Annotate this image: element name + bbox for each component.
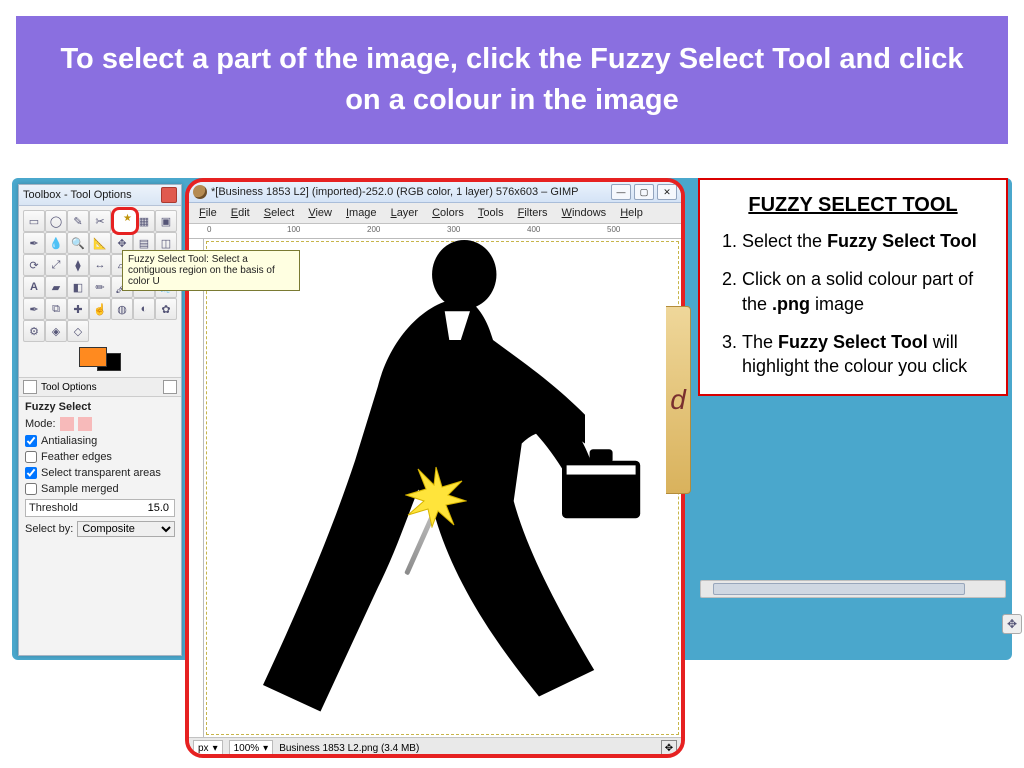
- mode-add-icon[interactable]: [78, 417, 92, 431]
- status-zoom[interactable]: 100%▾: [229, 740, 274, 756]
- feather-label: Feather edges: [41, 451, 112, 463]
- nav-pan-icon[interactable]: ✥: [661, 740, 677, 756]
- rotate-icon[interactable]: ⟳: [23, 254, 45, 276]
- shear-icon[interactable]: ⧫: [67, 254, 89, 276]
- menu-layer[interactable]: Layer: [385, 205, 425, 221]
- ellipse-select-icon[interactable]: ◯: [45, 210, 67, 232]
- crop-icon[interactable]: ▣: [155, 210, 177, 232]
- heal-icon[interactable]: ✚: [67, 298, 89, 320]
- window-title-text: *[Business 1853 L2] (imported)-252.0 (RG…: [211, 186, 578, 198]
- menu-edit[interactable]: Edit: [225, 205, 256, 221]
- selectby-dropdown[interactable]: Composite: [77, 521, 175, 537]
- minimize-icon[interactable]: —: [611, 184, 631, 200]
- menubar: File Edit Select View Image Layer Colors…: [189, 203, 681, 224]
- mode-label: Mode:: [25, 418, 56, 430]
- dodge-icon[interactable]: ◐: [133, 298, 155, 320]
- paths-icon[interactable]: ✒: [23, 232, 45, 254]
- menu-tools[interactable]: Tools: [472, 205, 510, 221]
- instruction-step: Select the Fuzzy Select Tool: [742, 229, 990, 253]
- menu-view[interactable]: View: [302, 205, 338, 221]
- window-titlebar[interactable]: *[Business 1853 L2] (imported)-252.0 (RG…: [189, 182, 681, 203]
- threshold-input[interactable]: [127, 501, 171, 515]
- smudge-icon[interactable]: ☝: [89, 298, 111, 320]
- menu-file[interactable]: File: [193, 205, 223, 221]
- sample-merged-label: Sample merged: [41, 483, 119, 495]
- background-banner-sliver: d: [666, 306, 691, 494]
- banner-text: To select a part of the image, click the…: [44, 39, 980, 120]
- blur-icon[interactable]: ◍: [111, 298, 133, 320]
- dock-menu-icon[interactable]: [163, 380, 177, 394]
- tool-options-header: Tool Options: [19, 377, 181, 397]
- feather-checkbox[interactable]: [25, 451, 37, 463]
- rect-select-icon[interactable]: ▭: [23, 210, 45, 232]
- text-icon[interactable]: A: [23, 276, 45, 298]
- lasso-icon[interactable]: ✎: [67, 210, 89, 232]
- scale-icon[interactable]: ⤢: [45, 254, 67, 276]
- current-tool-name: Fuzzy Select: [25, 401, 91, 413]
- menu-windows[interactable]: Windows: [556, 205, 613, 221]
- threshold-label: Threshold: [29, 502, 78, 514]
- image-canvas[interactable]: [206, 241, 679, 735]
- pencil-icon[interactable]: ✏: [89, 276, 111, 298]
- instruction-box: FUZZY SELECT TOOL Select the Fuzzy Selec…: [698, 178, 1008, 396]
- eyedrop-icon[interactable]: 💧: [45, 232, 67, 254]
- instruction-step: The Fuzzy Select Tool will highlight the…: [742, 330, 990, 379]
- clone-icon[interactable]: ⧉: [45, 298, 67, 320]
- color-swatches[interactable]: [19, 344, 181, 377]
- fuzzy-tool-tooltip: Fuzzy Select Tool: Select a contiguous r…: [122, 250, 300, 291]
- fuzzy-select-icon[interactable]: [111, 207, 139, 235]
- gradient-icon[interactable]: ◧: [67, 276, 89, 298]
- instruction-banner: To select a part of the image, click the…: [16, 16, 1008, 144]
- sample-merged-checkbox[interactable]: [25, 483, 37, 495]
- close-window-icon[interactable]: ✕: [657, 184, 677, 200]
- click-burst-icon: [405, 466, 467, 533]
- scissors-icon[interactable]: ✂: [89, 210, 111, 232]
- menu-select[interactable]: Select: [258, 205, 301, 221]
- navigation-pan-icon[interactable]: ✥: [1002, 614, 1022, 634]
- toolbox-title: Toolbox - Tool Options: [23, 189, 132, 201]
- tool-options-label: Tool Options: [41, 382, 97, 393]
- canvas-area: [189, 239, 681, 737]
- flip-icon[interactable]: ↔: [89, 254, 111, 276]
- mode-intersect-icon[interactable]: [114, 417, 128, 431]
- tool-extra2-icon[interactable]: ◈: [45, 320, 67, 342]
- status-unit[interactable]: px▾: [193, 740, 223, 756]
- close-icon[interactable]: [161, 187, 177, 203]
- toolbox-titlebar[interactable]: Toolbox - Tool Options: [19, 185, 181, 206]
- menu-help[interactable]: Help: [614, 205, 649, 221]
- tooltip-text: Fuzzy Select Tool: Select a contiguous r…: [128, 254, 275, 287]
- transparent-checkbox[interactable]: [25, 467, 37, 479]
- dock-handle-icon[interactable]: [23, 380, 37, 394]
- maximize-icon[interactable]: ▢: [634, 184, 654, 200]
- zoom-icon[interactable]: 🔍: [67, 232, 89, 254]
- tool-extra1-icon[interactable]: ⚙: [23, 320, 45, 342]
- ink-icon[interactable]: ✒: [23, 298, 45, 320]
- tool-options-body: Fuzzy Select Mode: Antialiasing Feather …: [19, 397, 181, 541]
- mypaint-icon[interactable]: ✿: [155, 298, 177, 320]
- horizontal-scrollbar[interactable]: [700, 580, 1006, 598]
- fill-icon[interactable]: ▰: [45, 276, 67, 298]
- instruction-title: FUZZY SELECT TOOL: [716, 194, 990, 217]
- antialias-checkbox[interactable]: [25, 435, 37, 447]
- mode-replace-icon[interactable]: [60, 417, 74, 431]
- fg-color-swatch[interactable]: [79, 347, 107, 367]
- status-file: Business 1853 L2.png (3.4 MB): [279, 743, 655, 754]
- menu-image[interactable]: Image: [340, 205, 383, 221]
- instruction-step: Click on a solid colour part of the .png…: [742, 267, 990, 316]
- selectby-label: Select by:: [25, 523, 73, 535]
- menu-filters[interactable]: Filters: [512, 205, 554, 221]
- measure-icon[interactable]: 📐: [89, 232, 111, 254]
- transparent-label: Select transparent areas: [41, 467, 161, 479]
- statusbar: px▾ 100%▾ Business 1853 L2.png (3.4 MB) …: [189, 737, 681, 758]
- mode-subtract-icon[interactable]: [96, 417, 110, 431]
- tool-extra3-icon[interactable]: ◇: [67, 320, 89, 342]
- menu-colors[interactable]: Colors: [426, 205, 470, 221]
- antialias-label: Antialiasing: [41, 435, 97, 447]
- gimp-logo-icon: [193, 185, 207, 199]
